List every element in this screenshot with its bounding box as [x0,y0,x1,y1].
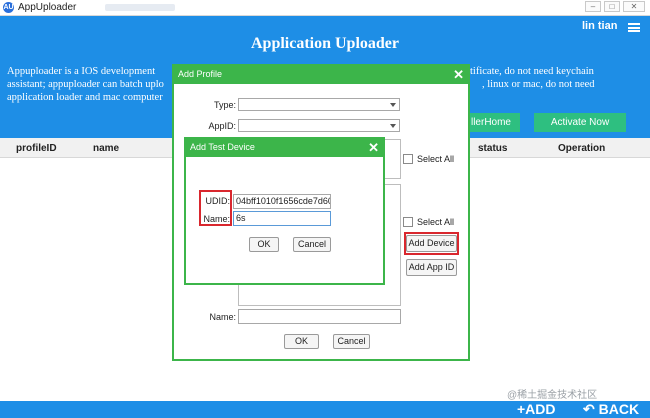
appid-select[interactable] [238,119,400,132]
description-line: application loader and mac computer [7,92,163,103]
appid-label: AppID: [208,121,236,131]
type-select[interactable] [238,98,400,111]
description-line: assistant; appuploader can batch uplo [7,79,164,90]
ok-button[interactable]: OK [249,237,279,252]
window-title: AppUploader [18,2,77,13]
description-line: tificate, do not need keychain [470,66,594,77]
bottom-bar: +ADD ↶ BACK [0,401,650,418]
page-title: Application Uploader [250,35,399,52]
cancel-button[interactable]: Cancel [293,237,331,252]
maximize-icon[interactable]: □ [604,1,620,12]
column-header-profileid: profileID [16,143,57,154]
dialog-title: Add Test Device [190,142,255,152]
column-header-status: status [478,143,508,154]
chevron-down-icon [390,103,396,107]
close-icon[interactable]: ✕ [368,139,379,156]
select-all-checkbox[interactable] [403,154,413,164]
column-header-operation: Operation [558,143,606,154]
close-icon[interactable]: ✕ [453,66,464,83]
minimize-icon[interactable]: – [585,1,601,12]
type-label: Type: [213,100,236,110]
back-button[interactable]: ↶ BACK [583,401,639,418]
name-label: Name: [209,312,236,322]
ok-button[interactable]: OK [284,334,319,349]
description-line: , linux or mac, do not need [482,79,595,90]
chevron-down-icon [390,124,396,128]
select-all-label: Select All [417,154,455,164]
select-all-label: Select All [417,217,455,227]
user-name[interactable]: lin tian [582,20,617,32]
udid-input[interactable]: 04bff1010f1656cde7d60f [233,194,331,209]
add-test-device-dialog: Add Test Device ✕ UDID: 04bff1010f1656cd… [184,137,385,285]
dialog-titlebar: Add Profile ✕ [174,66,468,84]
dialog-titlebar: Add Test Device ✕ [186,139,383,157]
profile-name-input[interactable] [238,309,401,324]
highlight-box [199,190,232,226]
hamburger-menu-icon[interactable] [628,23,640,32]
select-all-checkbox[interactable] [403,217,413,227]
blurred-tab [105,4,175,11]
column-header-name: name [93,143,120,154]
add-button[interactable]: +ADD [517,401,556,418]
app-logo-icon: AU [3,2,14,13]
handler-home-button[interactable]: llerHome [462,113,520,132]
device-name-input[interactable]: 6s [233,211,331,226]
close-icon[interactable]: ✕ [623,1,645,12]
activate-now-button[interactable]: Activate Now [534,113,626,132]
add-app-id-button[interactable]: Add App ID [406,259,457,276]
highlight-box [404,232,459,255]
window-titlebar: AU AppUploader – □ ✕ [0,0,650,16]
dialog-title: Add Profile [178,69,223,79]
description-line: Appuploader is a IOS development [7,66,156,77]
cancel-button[interactable]: Cancel [333,334,370,349]
watermark: @稀土掘金技术社区 [507,390,598,401]
